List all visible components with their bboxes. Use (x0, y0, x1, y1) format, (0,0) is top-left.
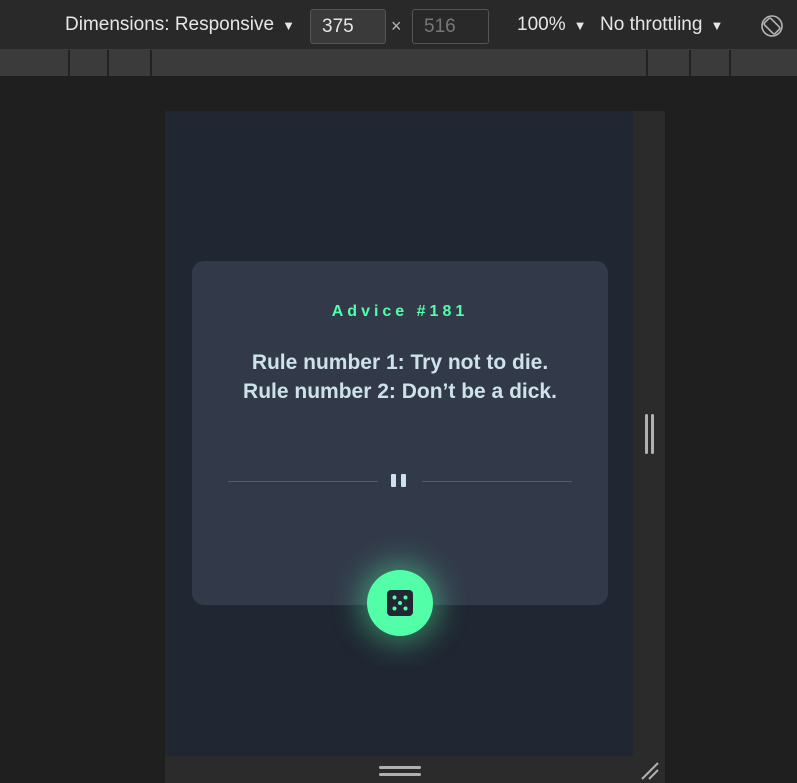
media-query-segment[interactable] (70, 50, 109, 76)
right-resize-handle[interactable] (645, 414, 655, 454)
pause-divider-icon (391, 474, 409, 488)
media-query-bar (0, 50, 797, 76)
dimensions-dropdown[interactable]: Dimensions: Responsive ▼ (65, 0, 295, 50)
dice-icon (387, 590, 413, 616)
dimensions-caret-icon: ▼ (282, 17, 295, 33)
width-input[interactable]: 375 (310, 9, 386, 44)
dimension-separator: × (391, 16, 402, 36)
devtools-device-toolbar: Dimensions: Responsive ▼ 375 × 516 100% … (0, 0, 797, 50)
height-input[interactable]: 516 (412, 9, 489, 44)
advice-id: Advice #181 (331, 303, 469, 320)
divider-line-left (228, 481, 378, 482)
bottom-resize-handle[interactable] (379, 766, 421, 778)
media-query-segment[interactable] (731, 50, 797, 76)
dimensions-label: Dimensions: Responsive (65, 14, 275, 35)
divider-line-right (422, 481, 572, 482)
media-query-segment[interactable] (691, 50, 731, 76)
throttling-dropdown[interactable]: No throttling ▼ (600, 0, 723, 50)
throttling-caret-icon: ▼ (710, 17, 724, 33)
advice-text: Rule number 1: Try not to die. Rule numb… (243, 351, 557, 403)
pattern-divider (228, 474, 572, 487)
media-query-segment[interactable] (109, 50, 152, 76)
rotate-icon[interactable] (761, 15, 783, 37)
media-query-segment[interactable] (152, 50, 648, 76)
emulated-viewport: Advice #181 Rule number 1: Try not to di… (165, 111, 633, 756)
corner-resize-icon[interactable] (640, 761, 660, 781)
throttling-label: No throttling (600, 14, 703, 35)
new-advice-button[interactable] (367, 570, 433, 636)
zoom-dropdown[interactable]: 100% ▼ (517, 0, 586, 50)
media-query-segment[interactable] (0, 50, 70, 76)
zoom-caret-icon: ▼ (573, 17, 587, 33)
media-query-segment[interactable] (648, 50, 691, 76)
zoom-label: 100% (517, 14, 566, 35)
advice-card: Advice #181 Rule number 1: Try not to di… (192, 261, 608, 605)
